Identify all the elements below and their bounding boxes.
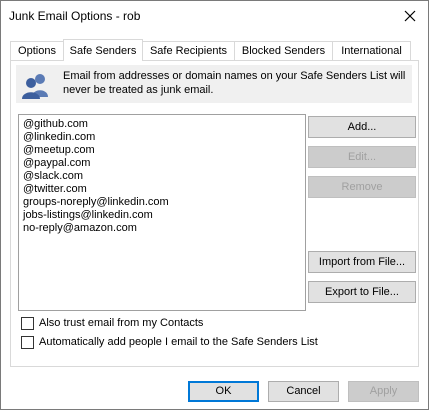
list-item[interactable]: @twitter.com (23, 183, 87, 196)
trust-contacts-option[interactable]: Also trust email from my Contacts (21, 316, 203, 330)
tab-options[interactable]: Options (10, 41, 64, 60)
info-bar: Email from addresses or domain names on … (16, 65, 412, 103)
tab-safe-senders[interactable]: Safe Senders (63, 39, 143, 61)
list-item[interactable]: groups-noreply@linkedin.com (23, 196, 169, 209)
list-item[interactable]: @paypal.com (23, 157, 90, 170)
close-icon (404, 10, 416, 22)
export-to-file-button[interactable]: Export to File... (308, 281, 416, 303)
safe-senders-list[interactable]: @github.com @linkedin.com @meetup.com @p… (18, 114, 306, 311)
list-item[interactable]: @github.com (23, 118, 88, 131)
info-text: Email from addresses or domain names on … (63, 70, 406, 96)
people-icon (22, 74, 48, 99)
tab-safe-recipients[interactable]: Safe Recipients (142, 41, 235, 60)
close-button[interactable] (398, 4, 422, 28)
title-bar: Junk Email Options - rob (1, 1, 428, 31)
remove-button[interactable]: Remove (308, 176, 416, 198)
cancel-button[interactable]: Cancel (268, 381, 339, 402)
trust-contacts-label: Also trust email from my Contacts (39, 317, 204, 329)
auto-add-label: Automatically add people I email to the … (39, 336, 318, 348)
list-item[interactable]: @meetup.com (23, 144, 95, 157)
auto-add-option[interactable]: Automatically add people I email to the … (21, 335, 318, 349)
ok-button[interactable]: OK (188, 381, 259, 402)
auto-add-checkbox[interactable] (21, 335, 34, 349)
apply-button[interactable]: Apply (348, 381, 419, 402)
import-from-file-button[interactable]: Import from File... (308, 251, 416, 273)
junk-email-options-dialog: Junk Email Options - rob Options Safe Se… (0, 0, 429, 410)
list-item[interactable]: no-reply@amazon.com (23, 222, 137, 235)
list-item[interactable]: @slack.com (23, 170, 83, 183)
list-item[interactable]: jobs-listings@linkedin.com (23, 209, 153, 222)
safe-senders-panel: Email from addresses or domain names on … (10, 60, 419, 367)
tab-blocked-senders[interactable]: Blocked Senders (234, 41, 333, 60)
edit-button[interactable]: Edit... (308, 146, 416, 168)
tab-international[interactable]: International (332, 41, 411, 60)
list-item[interactable]: @linkedin.com (23, 131, 95, 144)
trust-contacts-checkbox[interactable] (21, 316, 34, 330)
window-title: Junk Email Options - rob (9, 9, 141, 23)
add-button[interactable]: Add... (308, 116, 416, 138)
